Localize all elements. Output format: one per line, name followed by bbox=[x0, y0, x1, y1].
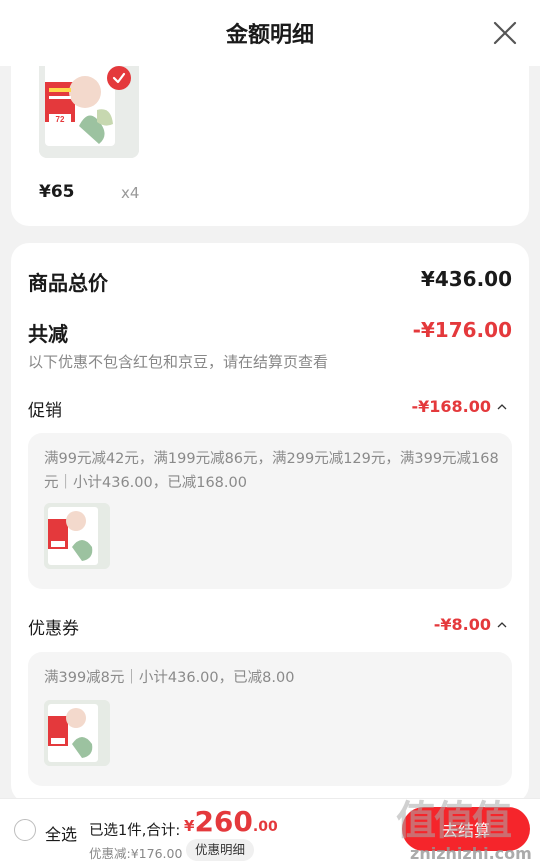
reduction-label: 共减 bbox=[28, 322, 68, 346]
modal-title: 金额明细 bbox=[225, 23, 314, 48]
promotion-amount-toggle[interactable]: -¥168.00 bbox=[411, 397, 507, 416]
promotion-title: 促销 bbox=[28, 401, 62, 421]
chevron-up-icon bbox=[497, 403, 507, 409]
svg-text:72: 72 bbox=[56, 115, 65, 124]
coupon-amount: -¥8.00 bbox=[433, 615, 491, 634]
total-amount: ¥ 260 .00 bbox=[184, 805, 278, 838]
promotion-description: 满99元减42元，满199元减86元，满299元减129元，满399元减168元… bbox=[44, 451, 499, 491]
close-icon[interactable] bbox=[492, 20, 518, 46]
modal-header: 金额明细 bbox=[0, 0, 540, 66]
select-all-radio[interactable] bbox=[14, 819, 36, 841]
total-currency: ¥ bbox=[184, 817, 195, 835]
discount-detail-button[interactable]: 优惠明细 bbox=[186, 839, 255, 861]
coupon-description: 满399减8元｜小计436.00，已减8.00 bbox=[44, 670, 295, 686]
selected-check-icon bbox=[107, 66, 131, 90]
coupon-amount-toggle[interactable]: -¥8.00 bbox=[434, 615, 507, 634]
total-label: 商品总价 bbox=[28, 271, 108, 295]
chevron-up-icon bbox=[497, 621, 507, 627]
watermark-url: znizhizhi.com bbox=[410, 844, 532, 863]
promotion-detail-box: 满99元减42元，满199元减86元，满299元减129元，满399元减168元… bbox=[28, 433, 512, 589]
promotion-product-thumb bbox=[44, 503, 110, 569]
total-value: ¥436.00 bbox=[420, 267, 512, 291]
select-all-label[interactable]: 全选 bbox=[45, 821, 77, 845]
coupon-title: 优惠券 bbox=[28, 619, 79, 639]
discount-note: 以下优惠不包含红包和京豆，请在结算页查看 bbox=[28, 353, 329, 371]
product-card: 72 ¥65 x4 bbox=[11, 66, 529, 226]
promotion-amount: -¥168.00 bbox=[411, 397, 491, 416]
reduction-value: -¥176.00 bbox=[412, 318, 512, 342]
coupon-detail-box: 满399减8元｜小计436.00，已减8.00 bbox=[28, 652, 512, 786]
coupon-product-thumb bbox=[44, 700, 110, 766]
selected-info: 已选1件,合计: bbox=[89, 823, 181, 839]
watermark-glyphs: 值值值 bbox=[396, 798, 512, 844]
watermark-logo: 值值值 znizhizhi.com bbox=[396, 788, 536, 864]
product-price: ¥65 bbox=[39, 182, 75, 202]
product-quantity: x4 bbox=[121, 184, 140, 202]
price-breakdown-card: 商品总价 ¥436.00 共减 -¥176.00 以下优惠不包含红包和京豆，请在… bbox=[11, 243, 529, 803]
total-integer: 260 bbox=[194, 805, 253, 838]
discount-summary: 优惠减:¥176.00 bbox=[89, 846, 183, 861]
total-decimal: .00 bbox=[252, 819, 278, 835]
